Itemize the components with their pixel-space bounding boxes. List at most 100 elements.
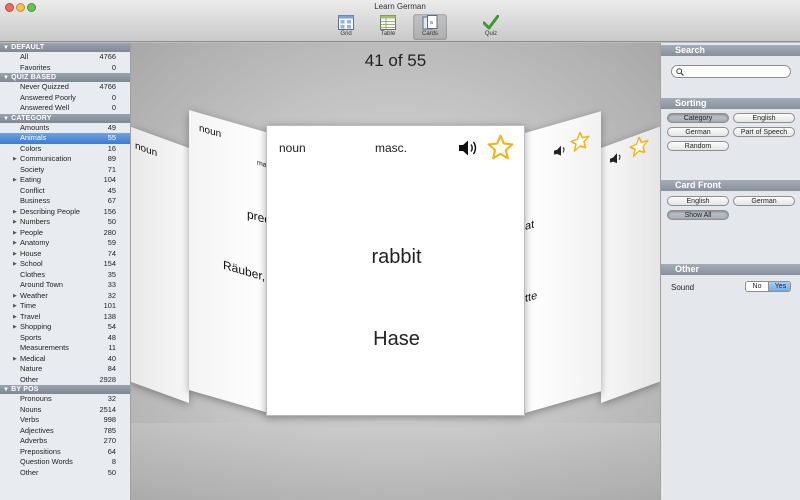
sound-yes-option[interactable]: Yes [769, 282, 790, 291]
expand-triangle-icon[interactable]: ▶ [13, 207, 17, 218]
expand-triangle-icon[interactable]: ▶ [13, 217, 17, 228]
search-input[interactable] [686, 67, 786, 76]
sidebar-section-header[interactable]: ▼ QUIZ BASED [0, 73, 130, 82]
flashcard-current[interactable]: noun masc. rabbit Hase [266, 125, 525, 416]
expand-triangle-icon[interactable]: ▶ [13, 312, 17, 323]
sidebar-item[interactable]: ▶ Anatomy 59 [0, 238, 130, 249]
sidebar-item-count: 50 [107, 467, 116, 477]
sidebar-item[interactable]: Adjectives 785 [0, 426, 130, 437]
sidebar-item[interactable]: Favorites 0 [0, 63, 130, 74]
favorite-star-icon[interactable] [487, 134, 514, 161]
sidebar-item[interactable]: Amounts 49 [0, 123, 130, 134]
sort-english-button[interactable]: English [733, 113, 795, 123]
sidebar-item[interactable]: Question Words 8 [0, 457, 130, 468]
expand-triangle-icon[interactable]: ▶ [13, 228, 17, 239]
sidebar-item-label: Amounts [20, 122, 50, 132]
expand-triangle-icon[interactable]: ▶ [13, 238, 17, 249]
sidebar-item-label: Weather [20, 290, 48, 300]
flashcard-previous-far[interactable]: noun [131, 126, 189, 404]
sidebar-item[interactable]: Colors 16 [0, 144, 130, 155]
sort-part-of-speech-button[interactable]: Part of Speech [733, 127, 795, 137]
card-front-german-button[interactable]: German [733, 196, 795, 206]
flashcard-previous[interactable]: noun ma pred Räuber, R [189, 110, 269, 414]
expand-triangle-icon[interactable]: ▶ [13, 175, 17, 186]
sidebar-item[interactable]: Around Town 33 [0, 280, 130, 291]
expand-triangle-icon[interactable]: ▶ [13, 354, 17, 365]
flashcard-next-far[interactable] [601, 126, 660, 403]
favorite-star-icon[interactable] [570, 128, 590, 154]
sidebar-item-count: 101 [103, 301, 116, 310]
toolbar-cards-button[interactable]: a Cards [413, 14, 447, 40]
expand-triangle-icon[interactable]: ▶ [13, 322, 17, 333]
toolbar-grid-label: Grid [340, 31, 352, 37]
sidebar-item[interactable]: Never Quizzed 4766 [0, 82, 130, 93]
sort-category-button[interactable]: Category [667, 113, 729, 123]
sidebar-section-header[interactable]: ▼ CATEGORY [0, 113, 130, 123]
sidebar-item[interactable]: ▶ Shopping 54 [0, 322, 130, 333]
sidebar-item[interactable]: ▶ Time 101 [0, 301, 130, 312]
sidebar-item[interactable]: ▶ Communication 89 [0, 154, 130, 165]
expand-triangle-icon[interactable]: ▶ [13, 259, 17, 270]
sidebar-item-count: 156 [103, 206, 116, 216]
sidebar-item[interactable]: Nature 84 [0, 364, 130, 375]
sidebar-item[interactable]: Other 2928 [0, 375, 130, 386]
sidebar-item[interactable]: ▶ Eating 104 [0, 175, 130, 186]
sidebar-item[interactable]: ▶ Numbers 50 [0, 217, 130, 228]
sidebar-item[interactable]: ▶ School 154 [0, 259, 130, 270]
sidebar-item[interactable]: ▶ Describing People 156 [0, 207, 130, 218]
expand-triangle-icon[interactable]: ▶ [13, 301, 17, 312]
sidebar-item[interactable]: ▶ House 74 [0, 249, 130, 260]
expand-triangle-icon[interactable]: ▶ [13, 291, 17, 302]
expand-triangle-icon[interactable]: ▶ [13, 249, 17, 260]
sidebar-item[interactable]: Verbs 998 [0, 415, 130, 426]
toolbar-table-button[interactable]: Table [371, 14, 405, 40]
sidebar-item[interactable]: Measurements 11 [0, 343, 130, 354]
sidebar-section-header[interactable]: ▼ BY POS [0, 385, 130, 394]
favorite-star-icon[interactable] [629, 133, 649, 160]
sidebar-item[interactable]: Answered Well 0 [0, 103, 130, 114]
sidebar-item-label: People [20, 227, 44, 237]
sidebar-item[interactable]: Other 50 [0, 468, 130, 479]
sidebar-item[interactable]: ▶ Travel 138 [0, 312, 130, 323]
sidebar-item-label: Around Town [20, 280, 64, 289]
sidebar-item[interactable]: Nouns 2514 [0, 405, 130, 416]
expand-triangle-icon[interactable]: ▶ [13, 154, 17, 165]
speaker-icon [554, 145, 565, 156]
sidebar-item[interactable]: Pronouns 32 [0, 394, 130, 405]
sidebar-item[interactable]: Adverbs 270 [0, 436, 130, 447]
sidebar-item[interactable]: Business 67 [0, 196, 130, 207]
sidebar-item[interactable]: Conflict 45 [0, 186, 130, 197]
card-english-label: at [525, 218, 535, 233]
sidebar-item-count: 104 [103, 175, 116, 184]
search-field[interactable] [671, 65, 791, 78]
card-front-show-all-button[interactable]: Show All [667, 210, 729, 220]
sidebar-item[interactable]: ▶ Weather 32 [0, 291, 130, 302]
sidebar-item[interactable]: Society 71 [0, 165, 130, 176]
sidebar-item[interactable]: ▶ People 280 [0, 228, 130, 239]
flashcard-next[interactable]: at tte [525, 111, 601, 414]
sidebar-item[interactable]: Answered Poorly 0 [0, 93, 130, 104]
sort-german-button[interactable]: German [667, 127, 729, 137]
sound-toggle[interactable]: No Yes [745, 281, 791, 292]
sidebar-section-title: QUIZ BASED [11, 74, 57, 81]
card-front-english-button[interactable]: English [667, 196, 729, 206]
sidebar-item[interactable]: All 4766 [0, 52, 130, 63]
toolbar-quiz-button[interactable]: Quiz [474, 14, 508, 40]
sort-random-button[interactable]: Random [667, 141, 729, 151]
sidebar-item-count: 0 [111, 103, 116, 112]
category-sidebar: ▼ DEFAULT All 4766 Favorites 0 ▼ QUIZ BASED Neve… [0, 43, 131, 500]
sidebar-item[interactable]: Prepositions 64 [0, 447, 130, 458]
sidebar-item-count: 16 [107, 143, 116, 153]
toolbar-grid-button[interactable]: Grid [329, 14, 363, 40]
sidebar-item-label: Sports [20, 332, 42, 342]
sidebar-item[interactable]: Sports 48 [0, 333, 130, 344]
sidebar-item[interactable]: Animals 55 [0, 133, 130, 144]
speaker-icon[interactable] [458, 139, 480, 157]
sidebar-item-count: 67 [107, 196, 116, 205]
sidebar-item-count: 48 [107, 332, 116, 342]
sound-no-option[interactable]: No [746, 282, 769, 291]
sidebar-item-count: 2514 [99, 404, 116, 414]
sidebar-section-header[interactable]: ▼ DEFAULT [0, 43, 130, 52]
sidebar-item[interactable]: ▶ Medical 40 [0, 354, 130, 365]
sidebar-item[interactable]: Clothes 35 [0, 270, 130, 281]
